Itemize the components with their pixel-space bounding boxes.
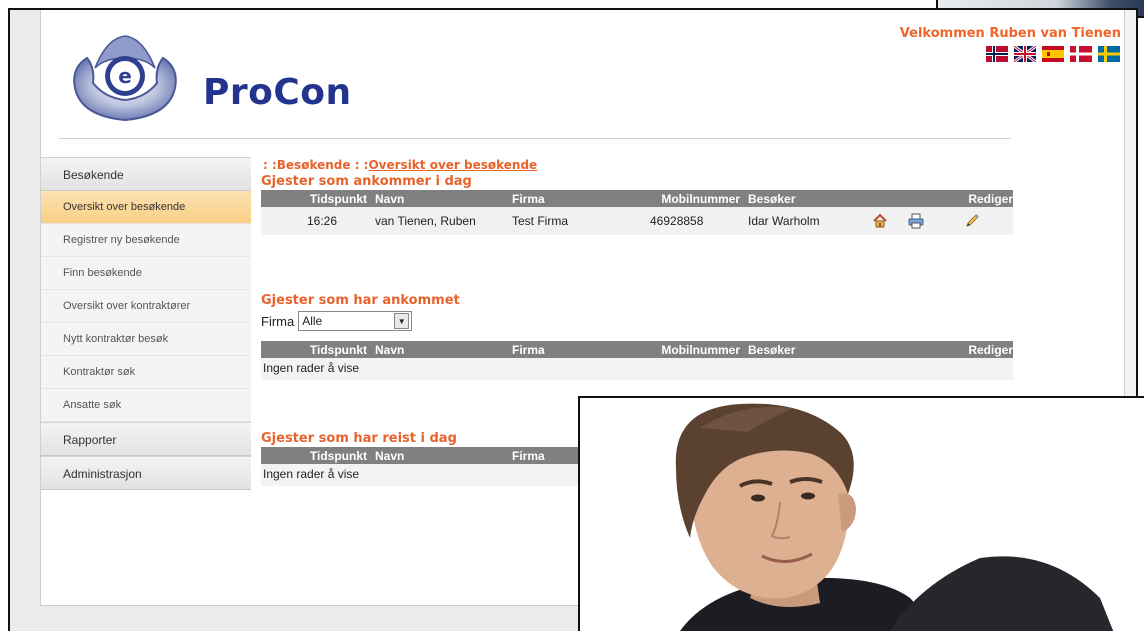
firma-filter: Firma Alle ▼: [261, 309, 1013, 333]
cell-mobil: 46928858: [646, 207, 744, 235]
col-rediger[interactable]: Rediger: [960, 341, 1013, 358]
swedish-flag-icon[interactable]: [1097, 46, 1121, 62]
section-title-arrived: Gjester som har ankommet: [261, 293, 460, 308]
col-besoker[interactable]: Besøker: [744, 341, 868, 358]
portrait-photo: [578, 396, 1144, 631]
chevron-down-icon[interactable]: ▼: [394, 313, 410, 329]
col-navn[interactable]: Navn: [371, 447, 508, 464]
sidebar-item-registrer[interactable]: Registrer ny besøkende: [41, 224, 251, 257]
col-firma[interactable]: Firma: [508, 341, 646, 358]
sidebar-item-kontraktor-sok[interactable]: Kontraktør søk: [41, 356, 251, 389]
sidebar-menu: Besøkende Oversikt over besøkende Regist…: [41, 157, 251, 490]
col-rediger[interactable]: Rediger: [960, 190, 1013, 207]
welcome-message: Velkommen Ruben van Tienen: [899, 26, 1121, 41]
firma-filter-label: Firma: [261, 313, 295, 329]
sidebar-item-ansatte-sok[interactable]: Ansatte søk: [41, 389, 251, 422]
arriving-table: Tidspunkt Navn Firma Mobilnummer Besøker…: [261, 190, 1013, 235]
logo-emblem-icon: e: [73, 35, 177, 122]
table-header: Tidspunkt Navn Firma Mobilnummer Besøker…: [261, 341, 1013, 358]
sidebar-section-administrasjon[interactable]: Administrasjon: [41, 456, 251, 490]
home-icon[interactable]: [872, 213, 888, 229]
col-tidspunkt[interactable]: Tidspunkt: [261, 190, 371, 207]
spanish-flag-icon[interactable]: [1041, 46, 1065, 62]
col-mobilnummer[interactable]: Mobilnummer: [646, 341, 744, 358]
cell-firma: Test Firma: [508, 207, 646, 235]
logo-text: ProCon: [203, 72, 352, 113]
sidebar-item-nytt-kontraktor-besok[interactable]: Nytt kontraktør besøk: [41, 323, 251, 356]
col-besoker[interactable]: Besøker: [744, 190, 868, 207]
svg-text:e: e: [118, 64, 132, 88]
arrived-table: Tidspunkt Navn Firma Mobilnummer Besøker…: [261, 341, 1013, 358]
procon-logo: e ProCon: [65, 28, 395, 128]
cell-tidspunkt: 16:26: [261, 207, 371, 235]
col-tidspunkt[interactable]: Tidspunkt: [261, 447, 371, 464]
section-title-arriving: Gjester som ankommer i dag: [261, 174, 472, 189]
person-photo-icon: [675, 403, 1114, 631]
sidebar-item-oversikt-besokende[interactable]: Oversikt over besøkende: [41, 191, 251, 224]
table-header: Tidspunkt Navn Firma Mobilnummer Besøker…: [261, 190, 1013, 207]
sidebar-section-rapporter[interactable]: Rapporter: [41, 422, 251, 456]
arrived-empty-message: Ingen rader å vise: [261, 358, 1013, 380]
breadcrumb: : :Besøkende : :Oversikt over besøkende: [261, 156, 1013, 174]
uk-flag-icon[interactable]: [1013, 46, 1037, 62]
language-selector: [985, 46, 1121, 62]
col-mobilnummer[interactable]: Mobilnummer: [646, 190, 744, 207]
col-navn[interactable]: Navn: [371, 190, 508, 207]
col-tidspunkt[interactable]: Tidspunkt: [261, 341, 371, 358]
firma-select[interactable]: Alle ▼: [298, 311, 413, 331]
printer-icon[interactable]: [908, 213, 924, 229]
pencil-edit-icon[interactable]: [964, 213, 980, 229]
cell-besoker: Idar Warholm: [744, 207, 868, 235]
header-divider: [59, 138, 1011, 139]
cell-navn: van Tienen, Ruben: [371, 207, 508, 235]
firma-select-value: Alle: [302, 314, 323, 328]
sidebar-section-besokende[interactable]: Besøkende: [41, 157, 251, 191]
sidebar-item-finn[interactable]: Finn besøkende: [41, 257, 251, 290]
norwegian-flag-icon[interactable]: [985, 46, 1009, 62]
danish-flag-icon[interactable]: [1069, 46, 1093, 62]
col-navn[interactable]: Navn: [371, 341, 508, 358]
sidebar-item-oversikt-kontraktorer[interactable]: Oversikt over kontraktører: [41, 290, 251, 323]
table-row: 16:26 van Tienen, Ruben Test Firma 46928…: [261, 207, 1013, 235]
col-firma[interactable]: Firma: [508, 190, 646, 207]
breadcrumb-current[interactable]: Oversikt over besøkende: [368, 158, 537, 172]
breadcrumb-prefix[interactable]: : :Besøkende : :: [263, 158, 368, 172]
